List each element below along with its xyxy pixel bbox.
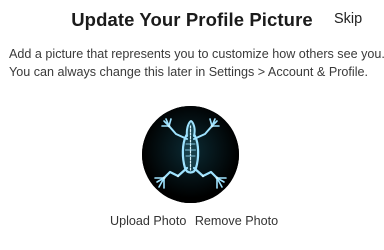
profile-picture: [142, 106, 239, 203]
upload-photo-button[interactable]: Upload Photo: [110, 214, 186, 228]
page-title: Update Your Profile Picture: [71, 9, 313, 30]
photo-actions: Upload Photo Remove Photo: [110, 214, 278, 228]
frog-xray-image: [142, 106, 239, 203]
skip-button[interactable]: Skip: [334, 11, 362, 27]
description-line-2: You can always change this later in Sett…: [9, 65, 369, 79]
description: Add a picture that represents you to cus…: [9, 45, 384, 81]
description-line-1: Add a picture that represents you to cus…: [9, 47, 384, 61]
remove-photo-button[interactable]: Remove Photo: [195, 214, 278, 228]
